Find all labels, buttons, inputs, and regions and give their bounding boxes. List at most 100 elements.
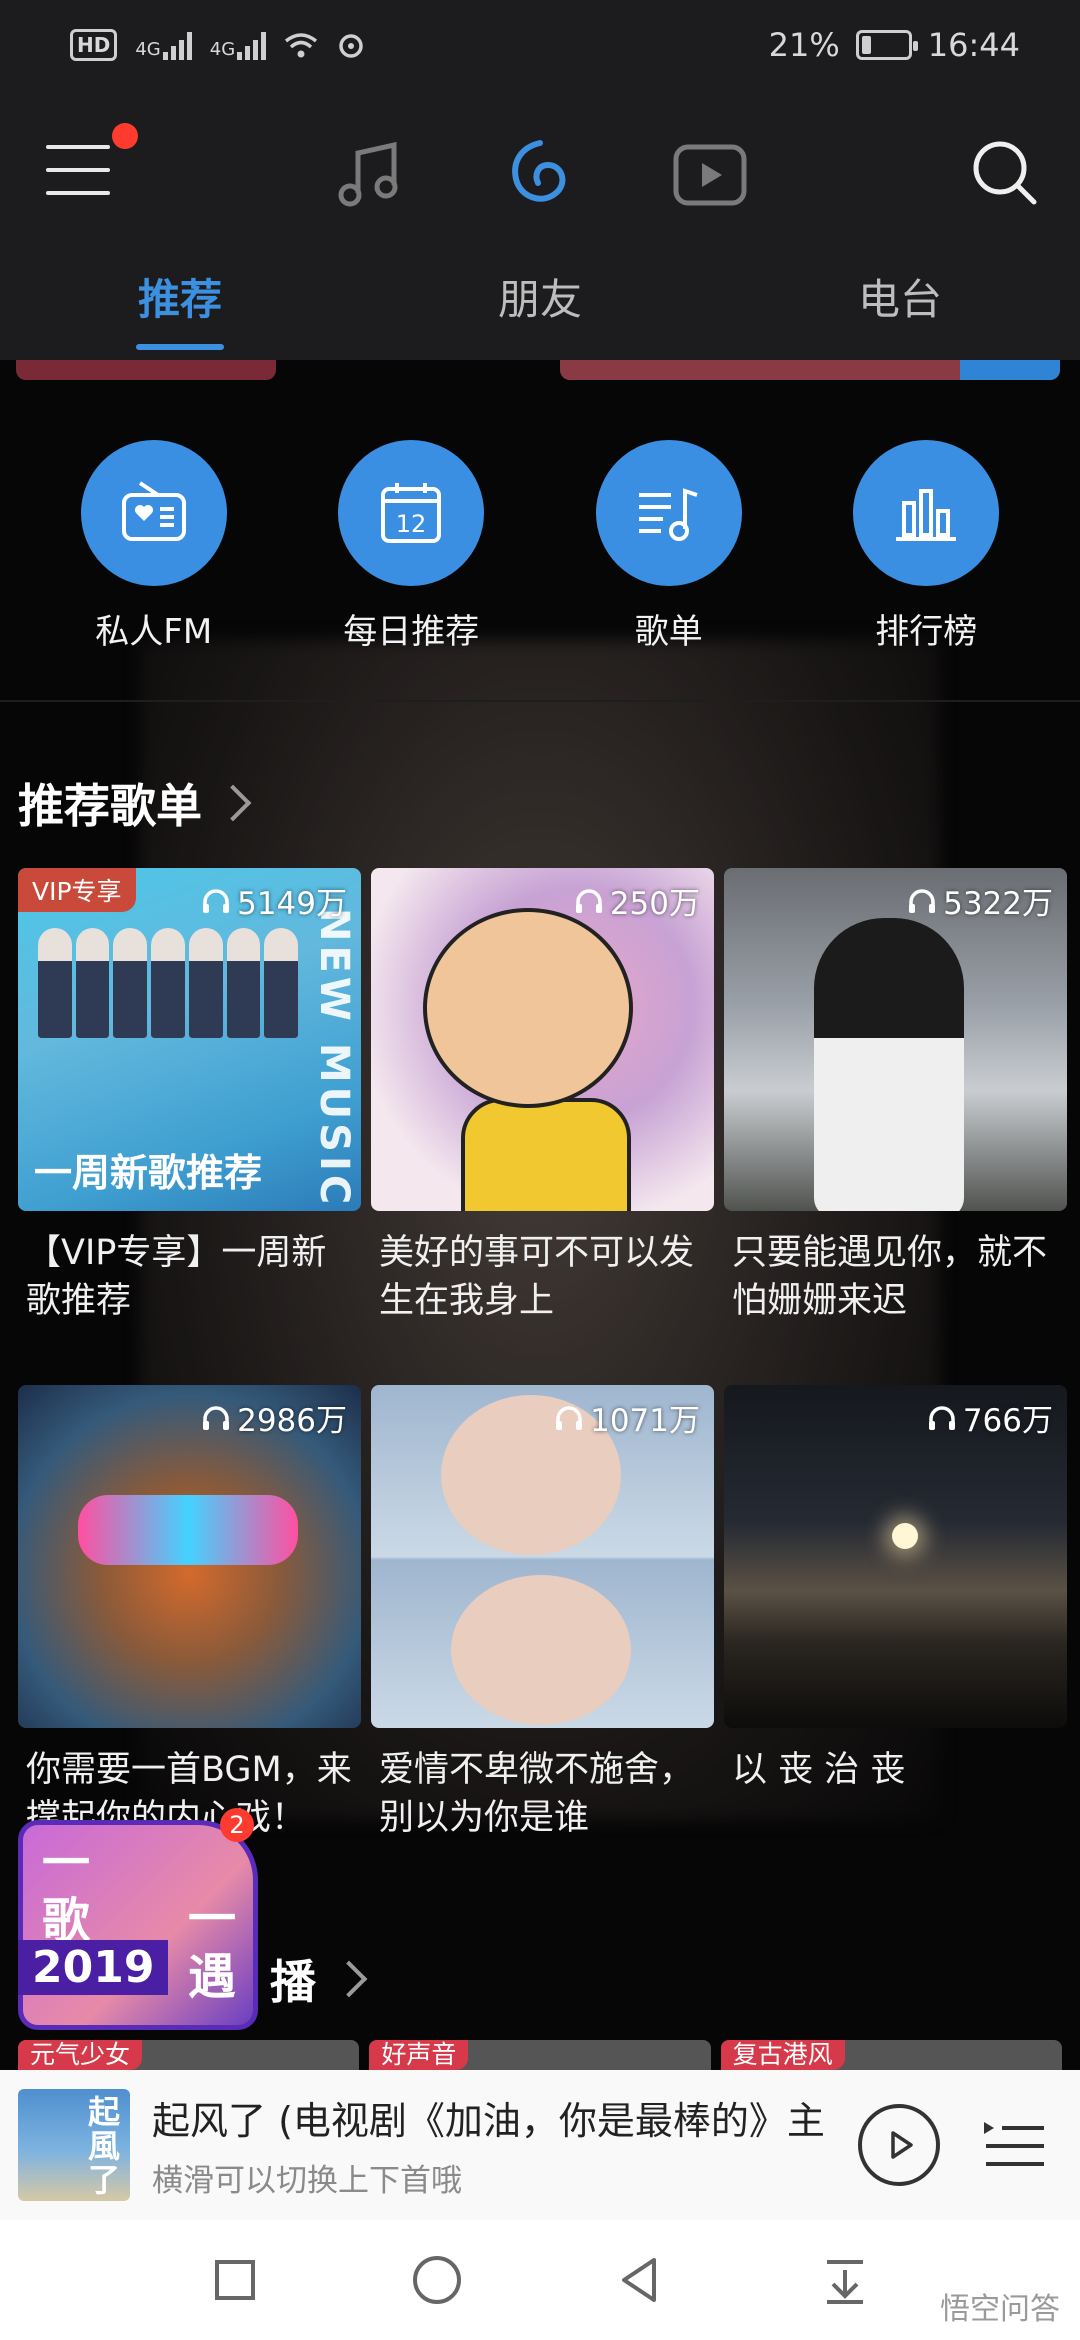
battery-icon bbox=[855, 30, 918, 60]
wifi-icon bbox=[285, 33, 318, 58]
playlist-card[interactable]: 元气少女 bbox=[18, 2040, 360, 2070]
category-tag: 好声音 bbox=[369, 2040, 469, 2070]
promo-text-1: 一歌 bbox=[42, 1835, 91, 1949]
headphones-icon bbox=[556, 1405, 583, 1430]
notification-pull-button[interactable] bbox=[815, 2250, 875, 2310]
top-header: 推荐 朋友 电台 bbox=[0, 90, 1080, 360]
play-count: 1071万 bbox=[554, 1395, 700, 1440]
battery-percent: 21% bbox=[768, 26, 840, 64]
playlist-card[interactable]: 5322万 只要能遇见你，就不怕姗姗来迟 bbox=[724, 868, 1067, 1325]
playlist-card[interactable]: 250万 美好的事可不可以发生在我身上 bbox=[371, 868, 714, 1325]
play-count: 5322万 bbox=[907, 878, 1053, 923]
main-tabs: 推荐 朋友 电台 bbox=[0, 270, 1080, 360]
playlist-card[interactable]: 好声音 bbox=[369, 2040, 711, 2070]
playlist-card[interactable]: NEW MUSIC 一周新歌推荐 VIP专享 5149万 【VIP专享】一周新歌… bbox=[18, 868, 361, 1325]
discover-button[interactable] bbox=[495, 130, 585, 220]
app-screen: HD 4G 4G 21% 16:44 推荐 朋友 电台 私人FM 12 每日推荐… bbox=[0, 0, 1080, 2340]
tab-radio[interactable]: 电台 bbox=[720, 270, 1080, 360]
radio-icon bbox=[121, 481, 186, 541]
playlist-card[interactable]: 766万 以 丧 治 丧 bbox=[724, 1385, 1067, 1842]
quick-entry-label: 排行榜 bbox=[875, 612, 978, 652]
playlist-cover: 2986万 bbox=[18, 1385, 361, 1728]
section-header-second[interactable]: 播 bbox=[270, 1946, 368, 2012]
play-button[interactable] bbox=[858, 2104, 940, 2186]
now-playing-cover: 起風了 bbox=[18, 2089, 130, 2201]
quick-entry-label: 歌单 bbox=[634, 612, 703, 652]
playlist-card[interactable]: 2986万 你需要一首BGM，来撑起你的内心戏！ bbox=[18, 1385, 361, 1842]
promo-count-badge: 2 bbox=[220, 1808, 254, 1842]
playlist-title: 美好的事可不可以发生在我身上 bbox=[379, 1233, 695, 1321]
headphones-icon bbox=[909, 888, 936, 913]
tab-recommend[interactable]: 推荐 bbox=[0, 270, 360, 360]
vip-badge: VIP专享 bbox=[18, 868, 136, 912]
quick-entry-row: 私人FM 12 每日推荐 歌单 排行榜 bbox=[0, 440, 1080, 680]
promo-text-2: 一遇 bbox=[188, 1891, 237, 2005]
active-tab-indicator bbox=[136, 344, 224, 350]
chevron-right-icon bbox=[330, 1960, 368, 1998]
playlist-grid-row-1: NEW MUSIC 一周新歌推荐 VIP专享 5149万 【VIP专享】一周新歌… bbox=[18, 868, 1067, 1325]
headphones-icon bbox=[203, 888, 230, 913]
playlist-cover: NEW MUSIC 一周新歌推荐 VIP专享 5149万 bbox=[18, 868, 361, 1211]
network-label-1: 4G bbox=[135, 39, 161, 60]
cover-vertical-text: NEW MUSIC bbox=[311, 908, 357, 1209]
playlist-grid-row-2: 2986万 你需要一首BGM，来撑起你的内心戏！ 1071万 爱情不卑微不施舍，… bbox=[18, 1385, 1067, 1842]
play-count: 250万 bbox=[574, 878, 700, 923]
cover-text: 起風了 bbox=[88, 2093, 121, 2199]
floating-promo-badge[interactable]: 一歌 一遇 2019 2 bbox=[18, 1808, 258, 2040]
watermark-text: 悟空问答 bbox=[940, 2292, 1060, 2327]
playlist-title: 只要能遇见你，就不怕姗姗来迟 bbox=[732, 1233, 1048, 1321]
system-nav-bar: 悟空问答 bbox=[0, 2220, 1080, 2340]
menu-button[interactable] bbox=[46, 123, 138, 199]
back-button[interactable] bbox=[610, 2250, 670, 2310]
mini-player[interactable]: 起風了 起风了 (电视剧《加油，你是最棒的》主 横滑可以切换上下首哦 bbox=[0, 2070, 1080, 2220]
calendar-icon: 12 bbox=[381, 483, 442, 543]
pull-down-icon bbox=[827, 2260, 863, 2304]
quick-entry-playlist[interactable]: 歌单 bbox=[540, 440, 798, 680]
quick-entry-daily[interactable]: 12 每日推荐 bbox=[283, 440, 541, 680]
playlist-title: 爱情不卑微不施舍，别以为你是谁 bbox=[379, 1750, 695, 1838]
section-header-recommended[interactable]: 推荐歌单 bbox=[18, 770, 252, 836]
netease-logo-icon bbox=[512, 140, 566, 202]
playlist-cover: 250万 bbox=[371, 868, 714, 1211]
playlist-cover: 1071万 bbox=[371, 1385, 714, 1728]
queue-list-icon bbox=[984, 2122, 1044, 2166]
headphones-icon bbox=[203, 1405, 230, 1430]
recent-apps-button[interactable] bbox=[205, 2250, 265, 2310]
play-count: 2986万 bbox=[201, 1395, 347, 1440]
playlist-grid-row-3: 元气少女 好声音 复古港风 bbox=[18, 2040, 1062, 2070]
play-count: 5149万 bbox=[201, 878, 347, 923]
triangle-back-icon bbox=[622, 2258, 656, 2302]
video-button[interactable] bbox=[665, 130, 755, 220]
quick-entry-label: 每日推荐 bbox=[343, 612, 480, 652]
search-icon bbox=[973, 141, 1037, 205]
netease-status-icon bbox=[339, 34, 363, 58]
tab-friends[interactable]: 朋友 bbox=[360, 270, 720, 360]
playlist-queue-button[interactable] bbox=[980, 2110, 1050, 2180]
quick-entry-private-fm[interactable]: 私人FM bbox=[25, 440, 283, 680]
category-tag: 元气少女 bbox=[18, 2040, 143, 2070]
signal-icon bbox=[162, 30, 192, 60]
play-count: 766万 bbox=[927, 1395, 1053, 1440]
playlist-icon bbox=[638, 488, 698, 541]
banner-carousel[interactable] bbox=[0, 360, 1080, 380]
status-bar: HD 4G 4G 21% 16:44 bbox=[0, 0, 1080, 90]
notification-dot bbox=[112, 123, 138, 149]
home-button[interactable] bbox=[407, 2250, 467, 2310]
music-note-button[interactable] bbox=[325, 130, 415, 220]
section-title: 播 bbox=[270, 1955, 316, 2009]
playlist-title: 【VIP专享】一周新歌推荐 bbox=[26, 1233, 327, 1321]
network-label-2: 4G bbox=[209, 39, 236, 60]
promo-year: 2019 bbox=[18, 1940, 169, 1995]
search-button[interactable] bbox=[964, 132, 1044, 212]
svg-text:12: 12 bbox=[396, 510, 427, 538]
playlist-card[interactable]: 复古港风 bbox=[720, 2040, 1062, 2070]
hd-icon: HD bbox=[70, 29, 118, 61]
square-icon bbox=[215, 2260, 255, 2300]
playlist-cover: 766万 bbox=[724, 1385, 1067, 1728]
playlist-card[interactable]: 1071万 爱情不卑微不施舍，别以为你是谁 bbox=[371, 1385, 714, 1842]
quick-entry-charts[interactable]: 排行榜 bbox=[798, 440, 1056, 680]
quick-entry-label: 私人FM bbox=[95, 612, 213, 652]
section-title: 推荐歌单 bbox=[18, 779, 202, 833]
play-icon bbox=[891, 2131, 913, 2159]
chevron-right-icon bbox=[214, 784, 252, 822]
